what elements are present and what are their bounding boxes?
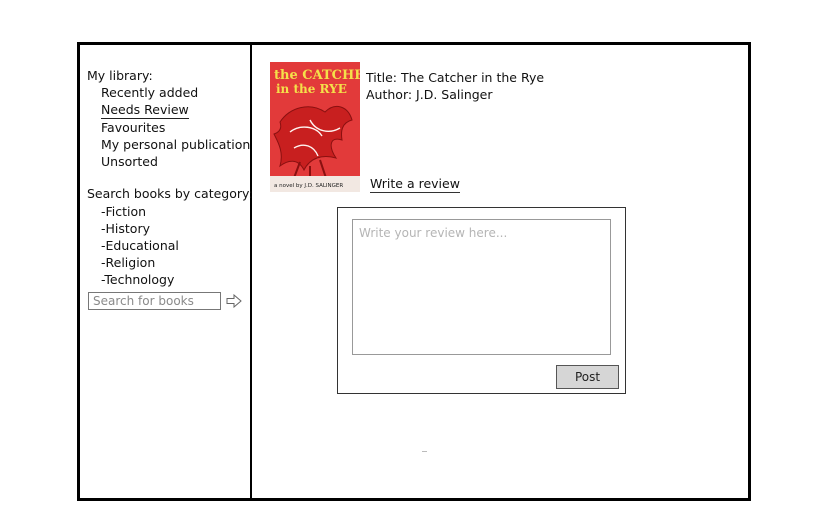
library-item-needs-review[interactable]: Needs Review: [101, 101, 189, 119]
post-button[interactable]: Post: [556, 365, 619, 389]
category-history[interactable]: -History: [101, 220, 150, 237]
review-panel: Post: [337, 207, 626, 394]
book-author: Author: J.D. Salinger: [366, 87, 493, 102]
book-title: Title: The Catcher in the Rye: [366, 70, 545, 85]
category-heading: Search books by category:: [87, 186, 253, 201]
book-cover-art: the CATCHER in the RYE a novel by J.D. S…: [270, 62, 360, 192]
category-fiction[interactable]: -Fiction: [101, 203, 146, 220]
library-item-personal-publication[interactable]: My personal publication: [101, 136, 250, 153]
category-technology[interactable]: -Technology: [101, 271, 174, 288]
write-review-link[interactable]: Write a review: [370, 175, 460, 193]
book-cover[interactable]: the CATCHER in the RYE a novel by J.D. S…: [270, 62, 360, 192]
category-religion[interactable]: -Religion: [101, 254, 155, 271]
library-item-unsorted[interactable]: Unsorted: [101, 153, 158, 170]
cover-title-line1: the CATCHER: [274, 68, 360, 83]
library-item-favourites[interactable]: Favourites: [101, 119, 165, 136]
review-textarea[interactable]: [352, 219, 611, 355]
app-frame: My library: Recently added Needs Review …: [77, 42, 751, 501]
divider-mark: [422, 451, 427, 452]
cover-author: a novel by J.D. SALINGER: [274, 183, 343, 189]
library-heading: My library:: [87, 68, 153, 83]
sidebar: My library: Recently added Needs Review …: [80, 45, 253, 498]
main-content: the CATCHER in the RYE a novel by J.D. S…: [252, 45, 748, 498]
library-item-recently-added[interactable]: Recently added: [101, 84, 198, 101]
arrow-right-icon[interactable]: [226, 294, 242, 308]
cover-title-line2: in the RYE: [276, 82, 347, 96]
category-educational[interactable]: -Educational: [101, 237, 179, 254]
search-input[interactable]: [88, 292, 221, 310]
